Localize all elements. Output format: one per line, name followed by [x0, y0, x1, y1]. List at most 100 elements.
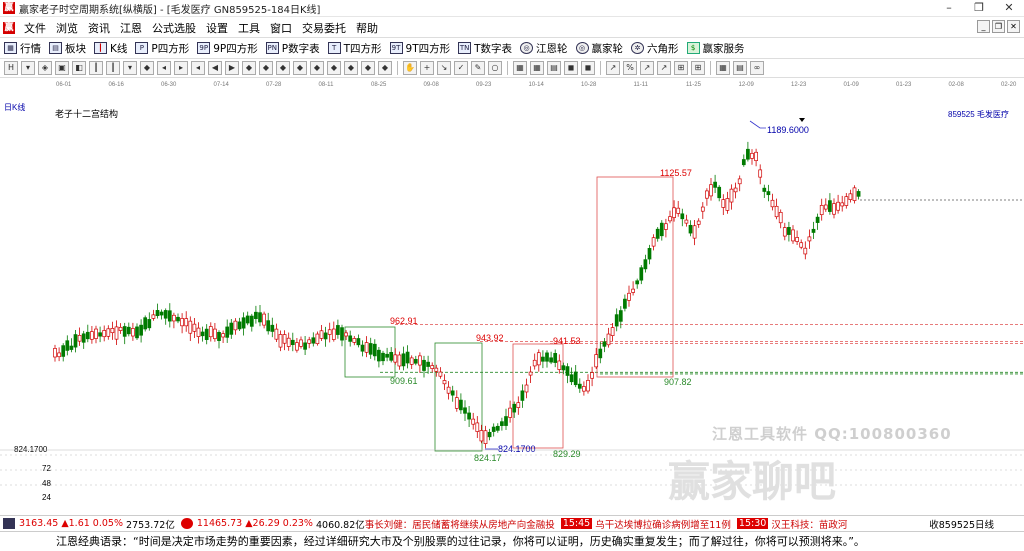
drawing-tool-icon[interactable]: ⊞ [674, 61, 688, 75]
drawing-tool-icon[interactable]: ◆ [327, 61, 341, 75]
drawing-tool-icon[interactable]: ◆ [259, 61, 273, 75]
candle-body [758, 169, 763, 178]
drawing-tool-icon[interactable]: ↗ [640, 61, 654, 75]
drawing-tool-icon[interactable]: ∞ [750, 61, 764, 75]
drawing-tool-icon[interactable]: ◼ [564, 61, 578, 75]
candle-body [397, 354, 402, 367]
drawing-tool-icon[interactable]: ↗ [606, 61, 620, 75]
toolbar-t-number-button[interactable]: TN T数字表 [454, 41, 516, 56]
drawing-tool-icon[interactable]: ▦ [513, 61, 527, 75]
drawing-tool-icon[interactable]: ┃ [106, 61, 120, 75]
mdi-minimize-button[interactable]: _ [977, 20, 990, 33]
drawing-tool-icon[interactable]: ◈ [38, 61, 52, 75]
menu-tools[interactable]: 工具 [233, 20, 265, 36]
close-button[interactable]: ✕ [994, 0, 1024, 17]
date-tick-label: 09-08 [424, 82, 440, 87]
drawing-tool-icon[interactable]: ◆ [140, 61, 154, 75]
menu-formula[interactable]: 公式选股 [147, 20, 201, 36]
date-tick-label: 06-30 [161, 82, 177, 87]
drawing-tool-icon[interactable]: ▶ [225, 61, 239, 75]
drawing-tool-icon[interactable]: ⊞ [691, 61, 705, 75]
toolbar-gann-wheel-button[interactable]: ◎ 江恩轮 [516, 41, 572, 56]
index2-change: ▲26.29 0.23% [245, 518, 313, 529]
drawing-tool-icon[interactable]: + [420, 61, 434, 75]
kline-chart[interactable]: 日K线老子十二宫结构 859525 毛发医疗 1189.6000 1125.57 962… [0, 97, 1024, 515]
drawing-tool-icon[interactable]: ◆ [361, 61, 375, 75]
minimize-button[interactable]: – [934, 0, 964, 17]
drawing-tool-icon[interactable]: ◆ [344, 61, 358, 75]
candle-body [541, 356, 545, 362]
drawing-tool-icon[interactable]: ✓ [454, 61, 468, 75]
index2-icon [180, 518, 193, 529]
toolbar-winner-wheel-button[interactable]: ◎ 赢家轮 [572, 41, 628, 56]
candle-body [524, 384, 529, 393]
drawing-tool-icon[interactable]: ✋ [403, 61, 417, 75]
drawing-tool-icon[interactable]: ↘ [437, 61, 451, 75]
candle-body [418, 355, 422, 366]
drawing-tool-icon[interactable]: ○ [488, 61, 502, 75]
menu-file[interactable]: 文件 [19, 20, 51, 36]
menu-gann[interactable]: 江恩 [115, 20, 147, 36]
drawing-tool-icon[interactable]: ▾ [21, 61, 35, 75]
toolbar-kline-button[interactable]: ┃ K线 [90, 41, 131, 56]
wheel-icon: ◎ [575, 42, 589, 54]
menu-browse[interactable]: 浏览 [51, 20, 83, 36]
candle-body [475, 422, 480, 432]
drawing-tool-icon[interactable]: ▾ [123, 61, 137, 75]
drawing-tool-icon[interactable]: H [4, 61, 18, 75]
toolbar-service-button[interactable]: $ 赢家服务 [683, 41, 749, 56]
news-ticker-2[interactable]: 乌干达埃博拉确诊病例增至11例 [595, 516, 731, 531]
menu-window[interactable]: 窗口 [265, 20, 297, 36]
drawing-tool-icon[interactable]: ┃ [89, 61, 103, 75]
candle-body [799, 242, 804, 248]
drawing-tool-icon[interactable]: % [623, 61, 637, 75]
mdi-restore-button[interactable]: ❐ [992, 20, 1005, 33]
drawing-tool-icon[interactable]: ▤ [547, 61, 561, 75]
drawing-tool-icon[interactable]: ▣ [55, 61, 69, 75]
mdi-close-button[interactable]: ✕ [1007, 20, 1020, 33]
news-ticker-1[interactable]: 事长刘健：居民储蓄将继续从房地产向金融投 [364, 516, 555, 531]
price-label-943: 943.92 [476, 333, 504, 343]
candle-body [582, 386, 586, 392]
drawing-tool-icon[interactable]: ▦ [530, 61, 544, 75]
toolbar-hexagon-button[interactable]: ✲ 六角形 [627, 41, 683, 56]
drawing-tool-icon[interactable]: ◀ [208, 61, 222, 75]
menu-app-icon[interactable]: 赢 [3, 21, 15, 34]
toolbar-9p-square-button[interactable]: 9P 9P四方形 [193, 41, 262, 56]
toolbar-quotes-button[interactable]: ▦ 行情 [0, 41, 45, 56]
drawing-tool-icon[interactable]: ◆ [242, 61, 256, 75]
toolbar-sector-button[interactable]: ▤ 板块 [45, 41, 90, 56]
news-time-2: 15:45 [560, 518, 593, 529]
drawing-tool-icon[interactable]: ◆ [310, 61, 324, 75]
menu-news[interactable]: 资讯 [83, 20, 115, 36]
drawing-tool-icon[interactable]: ◆ [378, 61, 392, 75]
drawing-tool-icon[interactable]: ◂ [191, 61, 205, 75]
candle-body [836, 201, 840, 211]
candle-body [471, 418, 476, 425]
toolbar-t-square-button[interactable]: T T四方形 [324, 41, 386, 56]
stock-label: 859525 毛发医疗 [948, 109, 1009, 119]
drawing-tool-icon[interactable]: ◂ [157, 61, 171, 75]
drawing-tool-icon[interactable]: ◆ [276, 61, 290, 75]
drawing-tool-icon[interactable]: ▤ [733, 61, 747, 75]
index-icon [3, 518, 15, 529]
candle-body [241, 317, 246, 329]
toolbar-p-number-button[interactable]: PN P数字表 [262, 41, 324, 56]
drawing-tool-icon[interactable]: ↗ [657, 61, 671, 75]
menu-help[interactable]: 帮助 [351, 20, 383, 36]
drawing-tool-icon[interactable]: ✎ [471, 61, 485, 75]
candle-body [57, 352, 61, 358]
drawing-tool-icon[interactable]: ◧ [72, 61, 86, 75]
toolbar-9t-square-button[interactable]: 9T 9T四方形 [386, 41, 455, 56]
menu-trade[interactable]: 交易委托 [297, 20, 351, 36]
drawing-tool-icon[interactable]: ◆ [293, 61, 307, 75]
toolbar-p-square-button[interactable]: P P四方形 [131, 41, 193, 56]
drawing-tool-icon[interactable]: ◼ [581, 61, 595, 75]
news-ticker-3[interactable]: 汉王科技：苗政河 [771, 516, 848, 531]
candle-body [208, 326, 213, 338]
drawing-tool-icon[interactable]: ▸ [174, 61, 188, 75]
menu-settings[interactable]: 设置 [201, 20, 233, 36]
candle-body [627, 292, 631, 301]
maximize-button[interactable]: ❐ [964, 0, 994, 17]
drawing-tool-icon[interactable]: ▦ [716, 61, 730, 75]
